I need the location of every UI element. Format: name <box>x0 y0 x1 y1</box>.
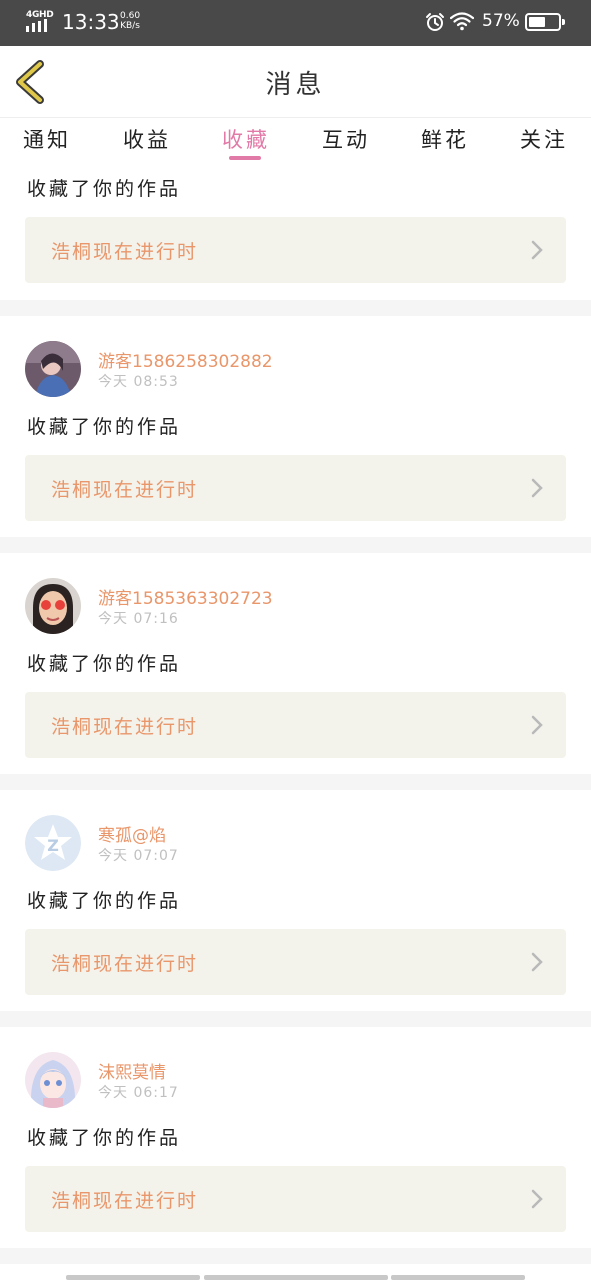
divider <box>0 1011 591 1027</box>
avatar[interactable]: Z <box>25 815 81 871</box>
signal-bar-4 <box>44 19 47 32</box>
work-title: 浩桐现在进行时 <box>51 953 199 975</box>
chevron-right-icon <box>531 715 543 735</box>
timestamp: 今天 06:17 <box>98 1085 179 1101</box>
list-item: 沫熙莫情 今天 06:17 收藏了你的作品 浩桐现在进行时 <box>0 1027 591 1248</box>
tab-interactions[interactable]: 互动 <box>311 124 381 154</box>
tab-earnings[interactable]: 收益 <box>112 124 182 154</box>
chevron-right-icon <box>531 1189 543 1209</box>
signal-bar-2 <box>32 23 35 32</box>
work-card[interactable]: 浩桐现在进行时 <box>25 692 566 758</box>
avatar-anime-girl <box>25 1052 81 1108</box>
clock: 13:33 <box>62 10 120 34</box>
work-card[interactable]: 浩桐现在进行时 <box>25 455 566 521</box>
status-bar: 4GHD 13:33 0.60 KB/s 57% <box>0 0 591 46</box>
network-type: 4GHD <box>26 10 54 20</box>
divider <box>0 537 591 553</box>
work-card[interactable]: 浩桐现在进行时 <box>25 217 566 283</box>
username[interactable]: 游客1585363302723 <box>98 584 273 609</box>
app-header: 消息 <box>0 46 591 118</box>
signal-icon: 4GHD <box>26 10 54 32</box>
default-avatar-icon: Z <box>25 815 81 871</box>
home-indicator[interactable] <box>204 1275 388 1280</box>
page-title: 消息 <box>265 70 326 100</box>
work-card[interactable]: 浩桐现在进行时 <box>25 1166 566 1232</box>
tab-flowers[interactable]: 鲜花 <box>410 124 480 154</box>
work-title: 浩桐现在进行时 <box>51 1190 199 1212</box>
divider <box>0 300 591 316</box>
chevron-right-icon <box>531 478 543 498</box>
list-item: Z 寒孤@焰 今天 07:07 收藏了你的作品 浩桐现在进行时 <box>0 790 591 1011</box>
battery-icon <box>525 13 565 31</box>
username[interactable]: 沫熙莫情 <box>98 1058 166 1083</box>
timestamp: 今天 07:07 <box>98 848 179 864</box>
signal-bar-1 <box>26 26 29 32</box>
work-card[interactable]: 浩桐现在进行时 <box>25 929 566 995</box>
divider <box>0 1248 591 1264</box>
alarm-icon <box>426 13 444 31</box>
work-title: 浩桐现在进行时 <box>51 479 199 501</box>
home-indicator[interactable] <box>391 1275 525 1280</box>
avatar[interactable] <box>25 341 81 397</box>
avatar[interactable] <box>25 578 81 634</box>
list-item: 收藏了你的作品 浩桐现在进行时 <box>0 164 591 300</box>
tab-favorites[interactable]: 收藏 <box>211 124 281 154</box>
username[interactable]: 寒孤@焰 <box>98 821 166 846</box>
action-text: 收藏了你的作品 <box>27 1127 182 1149</box>
work-title: 浩桐现在进行时 <box>51 241 199 263</box>
network-speed: 0.60 KB/s <box>120 11 140 31</box>
list-item: 游客1585363302723 今天 07:16 收藏了你的作品 浩桐现在进行时 <box>0 553 591 774</box>
battery-fill <box>529 17 545 27</box>
action-text: 收藏了你的作品 <box>27 890 182 912</box>
action-text: 收藏了你的作品 <box>27 653 182 675</box>
username[interactable]: 游客1586258302882 <box>98 347 273 372</box>
timestamp: 今天 08:53 <box>98 374 179 390</box>
battery-percent: 57% <box>482 11 520 31</box>
timestamp: 今天 07:16 <box>98 611 179 627</box>
work-title: 浩桐现在进行时 <box>51 716 199 738</box>
avatar-photo-2 <box>25 578 81 634</box>
home-indicator[interactable] <box>66 1275 200 1280</box>
favorites-feed[interactable]: 收藏了你的作品 浩桐现在进行时 游客1586258302882 今天 08:53… <box>0 164 591 1272</box>
tab-notifications[interactable]: 通知 <box>12 124 82 154</box>
tab-following[interactable]: 关注 <box>509 124 579 154</box>
wifi-icon <box>450 12 474 31</box>
svg-text:Z: Z <box>47 836 59 855</box>
action-text: 收藏了你的作品 <box>27 178 182 200</box>
divider <box>0 774 591 790</box>
chevron-right-icon <box>531 952 543 972</box>
active-tab-indicator <box>229 156 261 160</box>
speed-value: 0.60 <box>120 11 141 21</box>
list-item: 游客1586258302882 今天 08:53 收藏了你的作品 浩桐现在进行时 <box>0 316 591 537</box>
avatar[interactable] <box>25 1052 81 1108</box>
action-text: 收藏了你的作品 <box>27 416 182 438</box>
speed-unit: KB/s <box>120 21 140 31</box>
signal-bar-3 <box>38 21 41 32</box>
tab-bar: 通知 收益 收藏 互动 鲜花 关注 <box>0 118 591 164</box>
avatar-photo-1 <box>25 341 81 397</box>
chevron-right-icon <box>531 240 543 260</box>
